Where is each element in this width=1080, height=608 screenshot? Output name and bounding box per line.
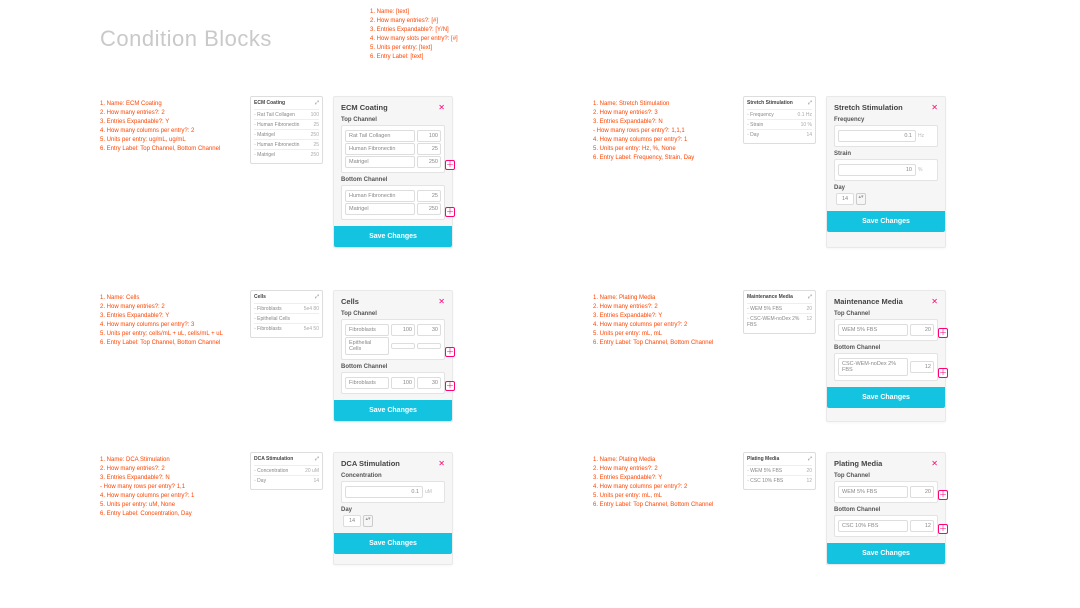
close-icon[interactable]: ✕ (438, 297, 445, 306)
value-input[interactable]: 12 (910, 520, 934, 532)
value-input[interactable]: 0.1 (838, 130, 916, 142)
stepper-icon[interactable]: ▴▾ (856, 193, 866, 205)
save-button[interactable]: Save Changes (827, 211, 945, 232)
val-input[interactable]: 100 (391, 324, 415, 336)
value-input[interactable]: 100 (417, 130, 441, 142)
edit-card: Cells✕Top ChannelFibroblasts10030Epithel… (333, 290, 453, 422)
day-input[interactable]: 14 (836, 193, 854, 205)
expand-icon[interactable]: ⤢ (315, 456, 319, 462)
mini-card[interactable]: Plating Media⤢WEM 5% FBS20CSC 10% FBS12 (743, 452, 816, 490)
save-button[interactable]: Save Changes (827, 543, 945, 564)
card-title: ECM Coating (341, 103, 388, 112)
expand-icon[interactable]: ⤢ (808, 294, 812, 300)
val-input[interactable] (391, 343, 415, 349)
section-label: Concentration (341, 473, 445, 479)
name-input[interactable]: WEM 5% FBS (838, 486, 908, 498)
section-label: Bottom Channel (341, 177, 445, 183)
value-input[interactable]: 250 (417, 156, 441, 168)
expand-icon[interactable]: ⤢ (808, 456, 812, 462)
section-label: Frequency (834, 117, 938, 123)
section-label: Bottom Channel (834, 507, 938, 513)
card-title: Cells (341, 297, 359, 306)
value-input[interactable]: 0.1 (345, 486, 423, 498)
card-title: Plating Media (834, 459, 882, 468)
name-input[interactable]: Epithelial Cells (345, 337, 389, 355)
expand-icon[interactable]: ⤢ (315, 100, 319, 106)
section-label: Day (834, 185, 938, 191)
name-input[interactable]: Rat Tail Collagen (345, 130, 415, 142)
section-label: Top Channel (341, 117, 445, 123)
spec-list: 1. Name: Cells2. How many entries?: 23. … (100, 290, 250, 422)
value-input[interactable]: 25 (417, 190, 441, 202)
close-icon[interactable]: ✕ (931, 459, 938, 468)
close-icon[interactable]: ✕ (438, 103, 445, 112)
mini-card[interactable]: DCA Stimulation⤢Concentration20 uMDay14 (250, 452, 323, 490)
value-input[interactable]: 250 (417, 203, 441, 215)
add-row-icon[interactable]: ＋ (445, 381, 455, 391)
section-label: Top Channel (341, 311, 445, 317)
spec-list: 1. Name: DCA Stimulation2. How many entr… (100, 452, 250, 565)
name-input[interactable]: Human Fibronectin (345, 190, 415, 202)
stepper-icon[interactable]: ▴▾ (363, 515, 373, 527)
section-label: Bottom Channel (834, 345, 938, 351)
save-button[interactable]: Save Changes (334, 226, 452, 247)
section-label: Day (341, 507, 445, 513)
name-input[interactable]: Fibroblasts (345, 324, 389, 336)
value-input[interactable]: 25 (417, 143, 441, 155)
add-row-icon[interactable]: ＋ (938, 328, 948, 338)
mini-card[interactable]: Cells⤢Fibroblasts5e4 80Epithelial CellsF… (250, 290, 323, 338)
close-icon[interactable]: ✕ (438, 459, 445, 468)
name-input[interactable]: Matrigel (345, 156, 415, 168)
name-input[interactable]: WEM 5% FBS (838, 324, 908, 336)
value-input[interactable]: 10 (838, 164, 916, 176)
expand-icon[interactable]: ⤢ (808, 100, 812, 106)
name-input[interactable]: CSC-WEM-noDex 2% FBS (838, 358, 908, 376)
mini-card[interactable]: Maintenance Media⤢WEM 5% FBS20CSC-WEM-no… (743, 290, 816, 334)
add-row-icon[interactable]: ＋ (445, 160, 455, 170)
value-input[interactable]: 20 (910, 324, 934, 336)
add-row-icon[interactable]: ＋ (938, 490, 948, 500)
spec-list: 1. Name: Stretch Stimulation2. How many … (593, 96, 743, 248)
edit-card: Maintenance Media ✕ Top Channel WEM 5% FBS2… (826, 290, 946, 422)
section-label: Bottom Channel (341, 364, 445, 370)
name-input[interactable]: Fibroblasts (345, 377, 389, 389)
card-title: Maintenance Media (834, 297, 903, 306)
page-title: Condition Blocks (100, 26, 272, 52)
val-input[interactable]: 100 (391, 377, 415, 389)
value-input[interactable]: 12 (910, 361, 934, 373)
name-input[interactable]: Matrigel (345, 203, 415, 215)
close-icon[interactable]: ✕ (931, 103, 938, 112)
section-label: Strain (834, 151, 938, 157)
val2-input[interactable]: 30 (417, 324, 441, 336)
day-input[interactable]: 14 (343, 515, 361, 527)
add-row-icon[interactable]: ＋ (445, 207, 455, 217)
card-title: DCA Stimulation (341, 459, 400, 468)
edit-card: DCA Stimulation✕Concentration0.1uMDay14▴… (333, 452, 453, 565)
edit-card: Stretch Stimulation✕Frequency0.1HzStrain… (826, 96, 946, 248)
val2-input[interactable] (417, 343, 441, 349)
close-icon[interactable]: ✕ (931, 297, 938, 306)
save-button[interactable]: Save Changes (334, 533, 452, 554)
value-input[interactable]: 20 (910, 486, 934, 498)
expand-icon[interactable]: ⤢ (315, 294, 319, 300)
spec-list: 1. Name: Plating Media2. How many entrie… (593, 290, 743, 422)
section-label: Top Channel (834, 311, 938, 317)
spec-list: 1. Name: ECM Coating2. How many entries?… (100, 96, 250, 248)
add-row-icon[interactable]: ＋ (938, 368, 948, 378)
name-input[interactable]: Human Fibronectin (345, 143, 415, 155)
add-row-icon[interactable]: ＋ (445, 347, 455, 357)
edit-card: ECM Coating ✕ Top Channel Rat Tail Collagen… (333, 96, 453, 248)
section-label: Top Channel (834, 473, 938, 479)
mini-card[interactable]: ECM Coating⤢Rat Tail Collagen100Human Fi… (250, 96, 323, 164)
name-input[interactable]: CSC 10% FBS (838, 520, 908, 532)
edit-card: Plating Media ✕ Top Channel WEM 5% FBS20 ＋ Bo… (826, 452, 946, 565)
val2-input[interactable]: 30 (417, 377, 441, 389)
card-title: Stretch Stimulation (834, 103, 903, 112)
spec-list: 1. Name: Plating Media2. How many entrie… (593, 452, 743, 565)
top-questions: 1. Name: [text]2. How many entries?: [#]… (370, 8, 458, 62)
save-button[interactable]: Save Changes (827, 387, 945, 408)
mini-card[interactable]: Stretch Stimulation⤢Frequency0.1 HzStrai… (743, 96, 816, 144)
save-button[interactable]: Save Changes (334, 400, 452, 421)
add-row-icon[interactable]: ＋ (938, 524, 948, 534)
